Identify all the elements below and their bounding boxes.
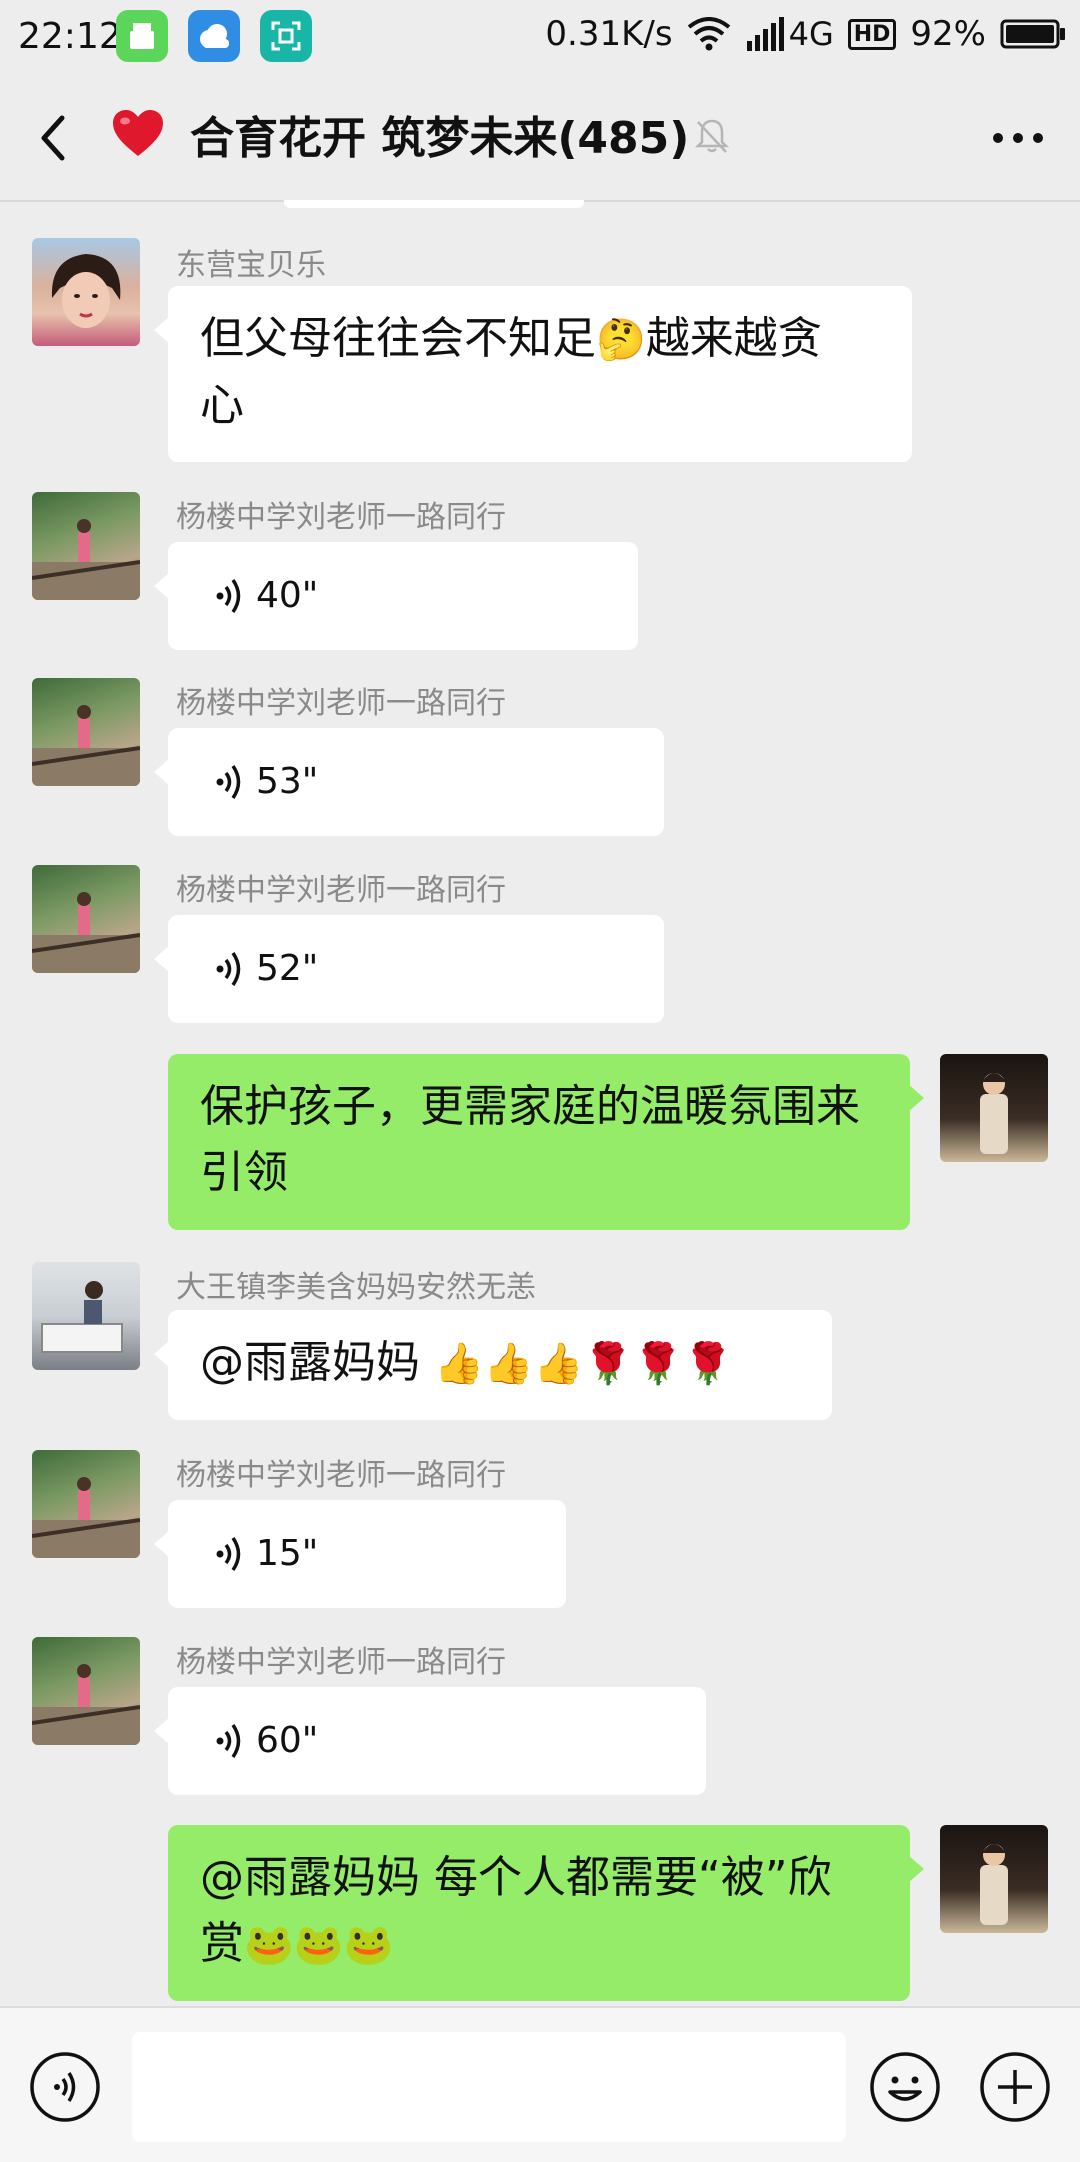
voice-message-bubble[interactable]: 52" bbox=[154, 915, 664, 1023]
voice-duration: 60" bbox=[256, 1720, 319, 1761]
weather-app-icon bbox=[188, 10, 240, 62]
voice-duration: 15" bbox=[256, 1533, 319, 1574]
thumbs-up-rose-emoji: 👍👍👍🌹🌹🌹 bbox=[434, 1341, 733, 1387]
message-item: 东营宝贝乐 但父母往往会不知足🤔越来越贪 心 bbox=[0, 238, 1080, 464]
scanner-app-icon bbox=[260, 10, 312, 62]
message-input[interactable] bbox=[132, 2032, 846, 2142]
avatar[interactable] bbox=[32, 492, 140, 600]
message-list[interactable]: 东营宝贝乐 但父母往往会不知足🤔越来越贪 心 杨楼中学刘老师一路同行 40" 杨… bbox=[0, 200, 1080, 2006]
thinking-face-emoji: 🤔 bbox=[596, 317, 646, 363]
cleaner-app-icon bbox=[116, 10, 168, 62]
sender-name: 杨楼中学刘老师一路同行 bbox=[176, 1645, 506, 1680]
message-text: 引领 bbox=[200, 1147, 288, 1198]
emoji-button-icon[interactable] bbox=[868, 2050, 942, 2124]
network-type: 4G bbox=[788, 15, 834, 53]
status-time: 22:12 bbox=[18, 16, 122, 57]
sender-name: 杨楼中学刘老师一路同行 bbox=[176, 686, 506, 721]
voice-duration: 53" bbox=[256, 761, 319, 802]
voice-input-toggle-icon[interactable] bbox=[28, 2050, 102, 2124]
text-message-bubble[interactable]: 但父母往往会不知足🤔越来越贪 心 bbox=[154, 286, 912, 462]
message-text: 心 bbox=[200, 380, 244, 431]
voice-duration: 40" bbox=[256, 575, 319, 616]
voice-duration: 52" bbox=[256, 948, 319, 989]
battery-percent: 92% bbox=[910, 14, 986, 54]
sender-name: 杨楼中学刘老师一路同行 bbox=[176, 1458, 506, 1493]
voice-message-bubble[interactable]: 60" bbox=[154, 1687, 706, 1795]
text-message-bubble[interactable]: @雨露妈妈 👍👍👍🌹🌹🌹 bbox=[154, 1310, 832, 1420]
outgoing-text-bubble[interactable]: @雨露妈妈 每个人都需要“被”欣 赏🐸🐸🐸 bbox=[168, 1825, 924, 2001]
voice-wave-icon bbox=[216, 1537, 241, 1571]
message-item: @雨露妈妈 每个人都需要“被”欣 赏🐸🐸🐸 bbox=[0, 1825, 1080, 2005]
hd-badge: HD bbox=[847, 18, 897, 50]
mention-text: @雨露妈妈 bbox=[200, 1337, 434, 1388]
my-avatar[interactable] bbox=[940, 1825, 1048, 1933]
message-item: 杨楼中学刘老师一路同行 15" bbox=[0, 1450, 1080, 1610]
my-avatar[interactable] bbox=[940, 1054, 1048, 1162]
sender-name: 杨楼中学刘老师一路同行 bbox=[176, 873, 506, 908]
chat-header: 合育花开 筑梦未来(485) bbox=[0, 76, 1080, 202]
avatar[interactable] bbox=[32, 1450, 140, 1558]
avatar[interactable] bbox=[32, 238, 140, 346]
network-speed: 0.31K/s bbox=[545, 14, 673, 54]
message-text: 保护孩子，更需家庭的温暖氛围来 bbox=[200, 1081, 860, 1132]
sender-name: 大王镇李美含妈妈安然无恙 bbox=[176, 1270, 536, 1305]
message-item: 杨楼中学刘老师一路同行 53" bbox=[0, 678, 1080, 838]
voice-message-bubble[interactable]: 40" bbox=[154, 542, 638, 650]
avatar[interactable] bbox=[32, 865, 140, 973]
avatar[interactable] bbox=[32, 678, 140, 786]
status-bar: 22:12 0.31K/s 4G HD 92% bbox=[0, 0, 1080, 76]
message-item: 杨楼中学刘老师一路同行 40" bbox=[0, 492, 1080, 652]
message-text: 赏 bbox=[200, 1918, 244, 1969]
message-item: 杨楼中学刘老师一路同行 60" bbox=[0, 1637, 1080, 1797]
wifi-icon bbox=[687, 17, 730, 51]
more-options-icon[interactable] bbox=[992, 132, 1044, 144]
sender-name: 东营宝贝乐 bbox=[176, 248, 326, 283]
voice-wave-icon bbox=[216, 579, 241, 613]
sender-name: 杨楼中学刘老师一路同行 bbox=[176, 500, 506, 535]
battery-icon bbox=[1000, 19, 1065, 49]
voice-message-bubble[interactable]: 53" bbox=[154, 728, 664, 836]
avatar[interactable] bbox=[32, 1637, 140, 1745]
voice-wave-icon bbox=[216, 765, 241, 799]
voice-wave-icon bbox=[216, 1724, 241, 1758]
chat-title: 合育花开 筑梦未来(485) bbox=[190, 113, 690, 164]
outgoing-text-bubble[interactable]: 保护孩子，更需家庭的温暖氛围来 引领 bbox=[168, 1054, 924, 1230]
input-bar bbox=[0, 2006, 1080, 2162]
heart-icon bbox=[113, 110, 163, 156]
frog-emoji: 🐸🐸🐸 bbox=[244, 1922, 394, 1968]
message-text: @雨露妈妈 每个人都需要“被”欣 bbox=[200, 1852, 832, 1903]
previous-message-fragment bbox=[284, 200, 584, 208]
message-item: 保护孩子，更需家庭的温暖氛围来 引领 bbox=[0, 1054, 1080, 1234]
back-arrow-icon[interactable] bbox=[30, 106, 74, 170]
message-text: 越来越贪 bbox=[645, 313, 822, 364]
avatar[interactable] bbox=[32, 1262, 140, 1370]
message-item: 大王镇李美含妈妈安然无恙 @雨露妈妈 👍👍👍🌹🌹🌹 bbox=[0, 1262, 1080, 1432]
message-item: 杨楼中学刘老师一路同行 52" bbox=[0, 865, 1080, 1025]
message-text: 但父母往往会不知足 bbox=[200, 313, 596, 364]
voice-wave-icon bbox=[216, 952, 241, 986]
voice-message-bubble[interactable]: 15" bbox=[154, 1500, 566, 1608]
signal-icon bbox=[746, 17, 784, 51]
mute-bell-icon bbox=[694, 119, 730, 153]
more-functions-plus-icon[interactable] bbox=[978, 2050, 1052, 2124]
